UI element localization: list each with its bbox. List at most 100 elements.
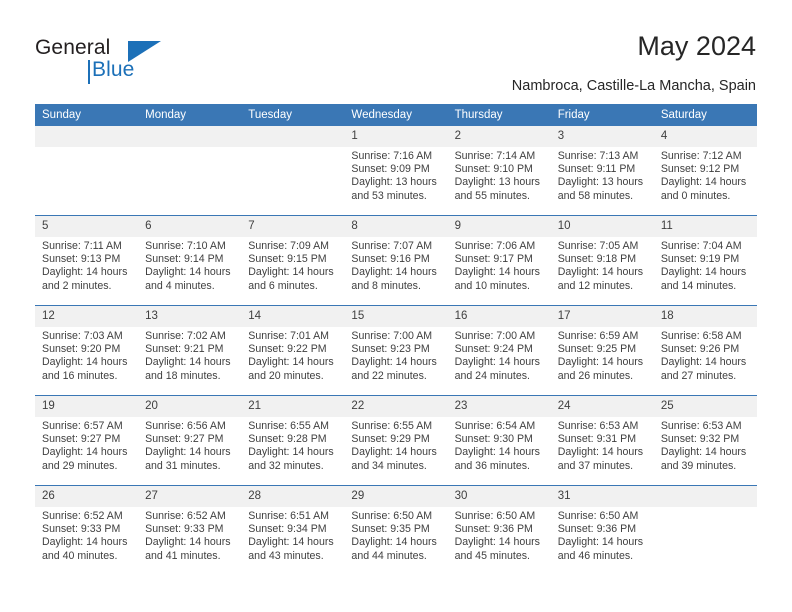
calendar-week-row: 12 Sunrise: 7:03 AM Sunset: 9:20 PM Dayligh… bbox=[35, 305, 757, 396]
day-sunrise-line: Sunrise: 6:50 AM bbox=[351, 510, 433, 522]
day-daylight-line: and 41 minutes. bbox=[145, 549, 221, 562]
day-sunset-line: Sunset: 9:32 PM bbox=[660, 433, 740, 446]
weekday-header-thursday: Thursday bbox=[447, 104, 551, 126]
day-sunrise-line: Sunrise: 7:04 AM bbox=[660, 240, 742, 252]
calendar-day-cell[interactable]: 9 Sunrise: 7:06 AM Sunset: 9:17 PM Daylight… bbox=[447, 215, 551, 306]
generalblue-logo[interactable]: General Blue bbox=[35, 36, 215, 86]
day-sunrise-line: Sunrise: 7:11 AM bbox=[42, 240, 122, 252]
calendar-day-cell[interactable]: 7 Sunrise: 7:09 AM Sunset: 9:15 PM Daylight… bbox=[241, 215, 345, 306]
day-sunrise-line: Sunrise: 6:55 AM bbox=[248, 420, 329, 432]
day-sunset-line: Sunset: 9:24 PM bbox=[454, 343, 533, 356]
calendar-day-cell[interactable]: 25 Sunrise: 6:53 AM Sunset: 9:32 PM Dayligh… bbox=[653, 395, 757, 486]
calendar-day-cell[interactable]: 22 Sunrise: 6:55 AM Sunset: 9:29 PM Dayligh… bbox=[344, 395, 448, 486]
day-number: 13 bbox=[138, 306, 242, 327]
day-sun-info: Sunrise: 7:03 AM Sunset: 9:20 PM Daylight:… bbox=[35, 327, 138, 383]
calendar-day-cell[interactable]: 15 Sunrise: 7:00 AM Sunset: 9:23 PM Dayligh… bbox=[344, 305, 448, 396]
calendar-day-cell[interactable]: 1 Sunrise: 7:16 AM Sunset: 9:09 PM Daylight… bbox=[344, 126, 448, 216]
day-number: 1 bbox=[344, 126, 448, 147]
calendar-day-cell[interactable]: 5 Sunrise: 7:11 AM Sunset: 9:13 PM Daylight… bbox=[35, 215, 139, 306]
day-daylight-line: Daylight: 14 hours bbox=[351, 356, 437, 369]
weekday-header-wednesday: Wednesday bbox=[344, 104, 448, 126]
weekday-header-sunday: Sunday bbox=[35, 104, 139, 126]
day-sun-info: Sunrise: 6:52 AM Sunset: 9:33 PM Daylight:… bbox=[35, 507, 138, 563]
day-sunrise-line: Sunrise: 7:00 AM bbox=[454, 330, 536, 342]
day-sunset-line: Sunset: 9:33 PM bbox=[42, 523, 121, 536]
day-daylight-line: and 53 minutes. bbox=[351, 189, 427, 202]
calendar-day-cell[interactable]: 12 Sunrise: 7:03 AM Sunset: 9:20 PM Dayligh… bbox=[35, 305, 139, 396]
calendar-day-cell[interactable]: 17 Sunrise: 6:59 AM Sunset: 9:25 PM Dayligh… bbox=[550, 305, 654, 396]
calendar-day-cell[interactable]: 10 Sunrise: 7:05 AM Sunset: 9:18 PM Dayligh… bbox=[550, 215, 654, 306]
day-daylight-line: Daylight: 14 hours bbox=[351, 536, 437, 549]
day-number: 29 bbox=[344, 486, 448, 507]
calendar-day-cell[interactable]: 2 Sunrise: 7:14 AM Sunset: 9:10 PM Daylight… bbox=[447, 126, 551, 216]
day-sunset-line: Sunset: 9:14 PM bbox=[145, 253, 224, 266]
calendar-day-cell[interactable]: 30 Sunrise: 6:50 AM Sunset: 9:36 PM Dayligh… bbox=[447, 485, 551, 575]
calendar-day-cell[interactable]: 24 Sunrise: 6:53 AM Sunset: 9:31 PM Dayligh… bbox=[550, 395, 654, 486]
calendar-day-cell[interactable]: 13 Sunrise: 7:02 AM Sunset: 9:21 PM Dayligh… bbox=[138, 305, 242, 396]
calendar-day-cell[interactable]: 6 Sunrise: 7:10 AM Sunset: 9:14 PM Daylight… bbox=[138, 215, 242, 306]
calendar-day-cell[interactable]: 21 Sunrise: 6:55 AM Sunset: 9:28 PM Dayligh… bbox=[241, 395, 345, 486]
day-number: 25 bbox=[653, 396, 757, 417]
day-sun-info: Sunrise: 6:56 AM Sunset: 9:27 PM Daylight:… bbox=[138, 417, 241, 473]
calendar-body: 1 Sunrise: 7:16 AM Sunset: 9:09 PM Daylight… bbox=[35, 126, 757, 575]
calendar-week-row: 26 Sunrise: 6:52 AM Sunset: 9:33 PM Dayligh… bbox=[35, 485, 757, 575]
day-daylight-line: Daylight: 14 hours bbox=[454, 536, 540, 549]
calendar-day-cell[interactable]: 19 Sunrise: 6:57 AM Sunset: 9:27 PM Dayligh… bbox=[35, 395, 139, 486]
day-daylight-line: and 18 minutes. bbox=[145, 369, 221, 382]
day-sunrise-line: Sunrise: 6:53 AM bbox=[660, 420, 742, 432]
calendar-day-cell[interactable]: 3 Sunrise: 7:13 AM Sunset: 9:11 PM Daylight… bbox=[550, 126, 654, 216]
day-sun-info: Sunrise: 6:53 AM Sunset: 9:32 PM Daylight:… bbox=[654, 417, 757, 473]
day-daylight-line: and 29 minutes. bbox=[42, 459, 118, 472]
day-sun-info: Sunrise: 7:09 AM Sunset: 9:15 PM Daylight:… bbox=[241, 237, 344, 293]
day-sun-info: Sunrise: 6:57 AM Sunset: 9:27 PM Daylight:… bbox=[35, 417, 138, 473]
day-daylight-line: Daylight: 14 hours bbox=[660, 356, 747, 369]
calendar-day-cell[interactable]: 27 Sunrise: 6:52 AM Sunset: 9:33 PM Dayligh… bbox=[138, 485, 242, 575]
day-sun-info: Sunrise: 6:50 AM Sunset: 9:36 PM Daylight:… bbox=[448, 507, 551, 563]
day-daylight-line: and 43 minutes. bbox=[248, 549, 324, 562]
day-sun-info: Sunrise: 7:04 AM Sunset: 9:19 PM Daylight:… bbox=[654, 237, 757, 293]
day-sunset-line: Sunset: 9:27 PM bbox=[145, 433, 224, 446]
calendar-day-cell[interactable]: 26 Sunrise: 6:52 AM Sunset: 9:33 PM Dayligh… bbox=[35, 485, 139, 575]
calendar-day-cell[interactable]: 4 Sunrise: 7:12 AM Sunset: 9:12 PM Daylight… bbox=[653, 126, 757, 216]
day-number: 12 bbox=[35, 306, 139, 327]
day-daylight-line: and 12 minutes. bbox=[557, 279, 634, 292]
calendar-day-cell[interactable]: 11 Sunrise: 7:04 AM Sunset: 9:19 PM Dayligh… bbox=[653, 215, 757, 306]
calendar-day-cell-empty bbox=[35, 126, 139, 216]
day-number: 24 bbox=[550, 396, 654, 417]
day-number: 21 bbox=[241, 396, 345, 417]
day-sunrise-line: Sunrise: 7:01 AM bbox=[248, 330, 329, 342]
calendar-day-cell[interactable]: 20 Sunrise: 6:56 AM Sunset: 9:27 PM Dayligh… bbox=[138, 395, 242, 486]
day-daylight-line: and 16 minutes. bbox=[42, 369, 118, 382]
calendar-day-cell[interactable]: 14 Sunrise: 7:01 AM Sunset: 9:22 PM Dayligh… bbox=[241, 305, 345, 396]
day-sunset-line: Sunset: 9:31 PM bbox=[557, 433, 637, 446]
day-daylight-line: Daylight: 14 hours bbox=[145, 446, 231, 459]
page-title: May 2024 bbox=[637, 31, 756, 61]
day-sunset-line: Sunset: 9:28 PM bbox=[248, 433, 327, 446]
day-sun-info: Sunrise: 7:01 AM Sunset: 9:22 PM Daylight:… bbox=[241, 327, 344, 383]
calendar-day-cell[interactable]: 18 Sunrise: 6:58 AM Sunset: 9:26 PM Dayligh… bbox=[653, 305, 757, 396]
day-sun-info: Sunrise: 6:53 AM Sunset: 9:31 PM Daylight:… bbox=[551, 417, 654, 473]
day-daylight-line: and 8 minutes. bbox=[351, 279, 421, 292]
calendar-header-row: Sunday Monday Tuesday Wednesday Thursday Frid… bbox=[35, 104, 757, 126]
calendar-day-cell[interactable]: 31 Sunrise: 6:50 AM Sunset: 9:36 PM Dayligh… bbox=[550, 485, 654, 575]
calendar-day-cell[interactable]: 29 Sunrise: 6:50 AM Sunset: 9:35 PM Dayligh… bbox=[344, 485, 448, 575]
day-daylight-line: and 14 minutes. bbox=[660, 279, 737, 292]
day-daylight-line: and 32 minutes. bbox=[248, 459, 324, 472]
calendar-grid: Sunday Monday Tuesday Wednesday Thursday Frid… bbox=[35, 104, 757, 575]
day-sun-info: Sunrise: 7:10 AM Sunset: 9:14 PM Daylight:… bbox=[138, 237, 241, 293]
day-daylight-line: and 10 minutes. bbox=[454, 279, 530, 292]
day-sunrise-line: Sunrise: 7:13 AM bbox=[557, 150, 639, 162]
calendar-day-cell[interactable]: 16 Sunrise: 7:00 AM Sunset: 9:24 PM Dayligh… bbox=[447, 305, 551, 396]
calendar-day-cell[interactable]: 23 Sunrise: 6:54 AM Sunset: 9:30 PM Dayligh… bbox=[447, 395, 551, 486]
day-sun-info: Sunrise: 7:06 AM Sunset: 9:17 PM Daylight:… bbox=[448, 237, 551, 293]
day-number: 18 bbox=[653, 306, 757, 327]
logo-divider-bar bbox=[88, 60, 90, 84]
day-daylight-line: Daylight: 14 hours bbox=[248, 266, 334, 279]
day-sunrise-line: Sunrise: 6:59 AM bbox=[557, 330, 639, 342]
calendar-day-cell[interactable]: 28 Sunrise: 6:51 AM Sunset: 9:34 PM Dayligh… bbox=[241, 485, 345, 575]
calendar-day-cell-empty bbox=[241, 126, 345, 216]
day-number: 22 bbox=[344, 396, 448, 417]
day-daylight-line: Daylight: 14 hours bbox=[454, 356, 540, 369]
day-daylight-line: and 6 minutes. bbox=[248, 279, 318, 292]
calendar-day-cell[interactable]: 8 Sunrise: 7:07 AM Sunset: 9:16 PM Daylight… bbox=[344, 215, 448, 306]
